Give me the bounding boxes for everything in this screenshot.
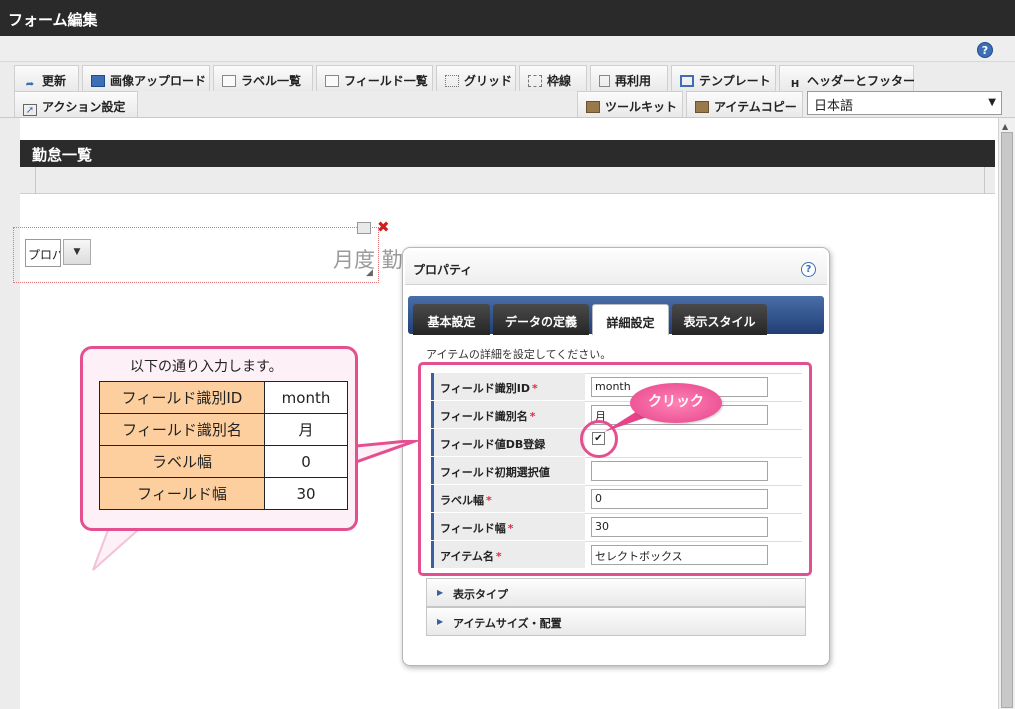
expand-arrow-icon: ▶ bbox=[437, 588, 444, 597]
tab-display-style[interactable]: 表示スタイル bbox=[672, 304, 767, 335]
grid-label: グリッド bbox=[464, 74, 513, 88]
table-row: フィールド識別名月 bbox=[99, 413, 348, 446]
border-label: 枠線 bbox=[547, 74, 572, 88]
action-settings-label: アクション設定 bbox=[42, 100, 126, 114]
template-icon bbox=[680, 75, 694, 87]
field-list-button[interactable]: フィールド一覧 bbox=[316, 65, 433, 91]
table-key: フィールド識別ID bbox=[99, 381, 265, 414]
list-icon bbox=[222, 75, 236, 87]
canvas-margin bbox=[0, 118, 20, 709]
help-icon[interactable]: ? bbox=[801, 262, 816, 277]
update-button[interactable]: ➦ 更新 bbox=[14, 65, 79, 91]
help-icon[interactable]: ? bbox=[977, 42, 993, 58]
help-bar: ? bbox=[0, 36, 1015, 62]
language-value: 日本語 bbox=[814, 99, 854, 114]
callout-title: 以下の通り入力します。 bbox=[130, 359, 283, 375]
item-select-box[interactable]: プロパ bbox=[25, 239, 61, 267]
dialog-description: アイテムの詳細を設定してください。 bbox=[426, 348, 612, 361]
instruction-table: フィールド識別ID month フィールド識別名月 ラベル幅 0 フィールド幅 30 bbox=[99, 381, 348, 510]
form-header-row bbox=[20, 167, 995, 194]
border-button[interactable]: 枠線 bbox=[519, 65, 587, 91]
table-row: ラベル幅 0 bbox=[99, 445, 348, 478]
click-annotation: クリック bbox=[630, 383, 722, 423]
template-label: テンプレート bbox=[699, 74, 771, 88]
window-title: フォーム編集 bbox=[0, 0, 1015, 36]
update-label: 更新 bbox=[42, 74, 67, 88]
table-key: フィールド幅 bbox=[99, 477, 265, 510]
action-settings-button[interactable]: ➚ アクション設定 bbox=[14, 91, 138, 117]
table-row: フィールド幅 30 bbox=[99, 477, 348, 510]
action-icon: ➚ bbox=[23, 104, 37, 116]
field-list-label: フィールド一覧 bbox=[344, 74, 428, 88]
toolbox-icon bbox=[586, 101, 600, 113]
template-button[interactable]: テンプレート bbox=[671, 65, 776, 91]
form-title: 勤怠一覧 bbox=[20, 140, 995, 167]
reuse-button[interactable]: 再利用 bbox=[590, 65, 668, 91]
reuse-label: 再利用 bbox=[615, 74, 652, 88]
scroll-up-icon[interactable]: ▲ bbox=[1002, 122, 1008, 131]
scroll-thumb[interactable] bbox=[1001, 132, 1013, 708]
item-select-arrow-icon[interactable]: ▼ bbox=[63, 239, 91, 265]
table-key: ラベル幅 bbox=[99, 445, 265, 478]
grid-button[interactable]: グリッド bbox=[436, 65, 516, 91]
table-row: フィールド識別ID month bbox=[99, 381, 348, 414]
image-upload-icon bbox=[91, 75, 105, 87]
table-value: month bbox=[264, 381, 348, 414]
divider bbox=[984, 167, 985, 194]
table-value: 30 bbox=[264, 477, 348, 510]
section-item-size-layout[interactable]: ▶ アイテムサイズ・配置 bbox=[426, 607, 806, 636]
tab-data-definition[interactable]: データの定義 bbox=[493, 304, 589, 335]
expand-arrow-icon: ▶ bbox=[437, 617, 444, 626]
list-icon bbox=[325, 75, 339, 87]
tab-detail-settings[interactable]: 詳細設定 bbox=[592, 304, 669, 335]
label-list-button[interactable]: ラベル一覧 bbox=[213, 65, 313, 91]
toolbox-icon bbox=[695, 101, 709, 113]
header-footer-label: ヘッダーとフッター bbox=[807, 74, 916, 88]
vertical-scrollbar[interactable]: ▲ bbox=[998, 118, 1015, 709]
highlight-frame bbox=[418, 362, 812, 576]
label-list-label: ラベル一覧 bbox=[241, 74, 302, 88]
chevron-down-icon: ▼ bbox=[988, 97, 996, 108]
header-icon: H bbox=[790, 79, 800, 90]
image-upload-label: 画像アップロード bbox=[110, 74, 207, 88]
item-copy-label: アイテムコピー bbox=[714, 100, 797, 114]
delete-icon[interactable]: ✖ bbox=[377, 218, 390, 236]
language-select[interactable]: 日本語 ▼ bbox=[807, 91, 1002, 115]
grid-icon bbox=[445, 75, 459, 87]
dialog-title: プロパティ bbox=[413, 263, 473, 277]
item-property-icon[interactable] bbox=[357, 222, 371, 234]
header-footer-button[interactable]: H ヘッダーとフッター bbox=[779, 65, 916, 91]
border-icon bbox=[528, 75, 542, 87]
divider bbox=[35, 167, 36, 194]
resize-handle-icon[interactable]: ◢ bbox=[366, 268, 373, 278]
section-display-type[interactable]: ▶ 表示タイプ bbox=[426, 578, 806, 607]
image-upload-button[interactable]: 画像アップロード bbox=[82, 65, 210, 91]
document-icon bbox=[599, 75, 610, 87]
refresh-icon: ➦ bbox=[25, 79, 35, 90]
table-key: フィールド識別名 bbox=[99, 413, 265, 446]
item-copy-button[interactable]: アイテムコピー bbox=[686, 91, 803, 117]
tab-basic-settings[interactable]: 基本設定 bbox=[413, 304, 490, 335]
table-value: 月 bbox=[264, 413, 348, 446]
toolkit-button[interactable]: ツールキット bbox=[577, 91, 683, 117]
table-value: 0 bbox=[264, 445, 348, 478]
toolkit-label: ツールキット bbox=[605, 100, 678, 114]
